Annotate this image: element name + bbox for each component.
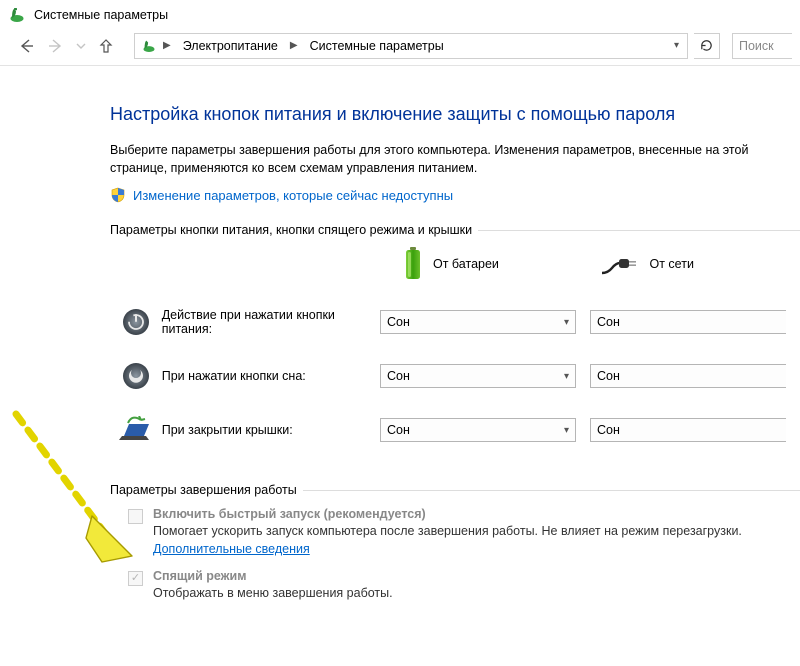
unlock-settings-link[interactable]: Изменение параметров, которые сейчас нед… <box>133 188 453 203</box>
learn-more-link[interactable]: Дополнительные сведения <box>153 542 310 556</box>
app-icon <box>8 6 26 24</box>
window-title: Системные параметры <box>34 8 168 22</box>
lid-close-battery-select[interactable]: Сон ▾ <box>380 418 576 442</box>
intro-text: Выберите параметры завершения работы для… <box>110 141 800 177</box>
laptop-lid-icon <box>119 416 153 444</box>
chevron-down-icon: ▾ <box>564 371 569 382</box>
refresh-button[interactable] <box>694 33 720 59</box>
back-button[interactable] <box>14 34 38 58</box>
search-input[interactable]: Поиск <box>732 33 792 59</box>
chevron-down-icon[interactable]: ▾ <box>670 40 683 51</box>
fast-startup-checkbox[interactable] <box>128 509 143 524</box>
sleep-checkbox[interactable] <box>128 571 143 586</box>
row-sleep-button-label: При нажатии кнопки сна: <box>162 369 380 383</box>
row-lid-close: При закрытии крышки: Сон ▾ Сон <box>110 403 800 457</box>
chevron-down-icon: ▾ <box>564 425 569 436</box>
page-heading: Настройка кнопок питания и включение защ… <box>110 104 800 125</box>
sleep-desc: Отображать в меню завершения работы. <box>153 584 393 602</box>
breadcrumb-item-power[interactable]: Электропитание <box>177 37 284 55</box>
content: Настройка кнопок питания и включение защ… <box>0 66 800 602</box>
fast-startup-title: Включить быстрый запуск (рекомендуется) <box>153 507 800 521</box>
section2-label: Параметры завершения работы <box>110 483 800 497</box>
row-power-button-label: Действие при нажатии кнопки питания: <box>162 308 380 336</box>
battery-icon <box>403 247 423 281</box>
sleep-title: Спящий режим <box>153 569 393 583</box>
recent-locations-button[interactable] <box>74 34 88 58</box>
power-button-plugged-select[interactable]: Сон <box>590 310 786 334</box>
address-bar[interactable]: ▶ Электропитание ▶ Системные параметры ▾ <box>134 33 688 59</box>
fast-startup-desc: Помогает ускорить запуск компьютера посл… <box>153 522 800 558</box>
forward-button[interactable] <box>44 34 68 58</box>
option-fast-startup: Включить быстрый запуск (рекомендуется) … <box>128 507 800 558</box>
plug-icon <box>602 253 640 275</box>
power-button-battery-select[interactable]: Сон ▾ <box>380 310 576 334</box>
row-power-button: Действие при нажатии кнопки питания: Сон… <box>110 295 800 349</box>
search-placeholder: Поиск <box>739 39 774 53</box>
plugged-column-label: От сети <box>650 257 694 271</box>
row-sleep-button: При нажатии кнопки сна: Сон ▾ Сон <box>110 349 800 403</box>
battery-column-label: От батареи <box>433 257 499 271</box>
chevron-down-icon: ▾ <box>564 317 569 328</box>
chevron-right-icon[interactable]: ▶ <box>161 40 173 51</box>
sleep-button-icon <box>121 361 151 391</box>
row-lid-close-label: При закрытии крышки: <box>162 423 380 437</box>
location-icon <box>141 38 157 54</box>
shield-icon <box>110 187 126 203</box>
section1-label: Параметры кнопки питания, кнопки спящего… <box>110 223 800 237</box>
breadcrumb-item-system-settings[interactable]: Системные параметры <box>304 37 450 55</box>
power-button-icon <box>121 307 151 337</box>
option-sleep: Спящий режим Отображать в меню завершени… <box>128 569 800 602</box>
chevron-right-icon[interactable]: ▶ <box>288 40 300 51</box>
sleep-button-plugged-select[interactable]: Сон <box>590 364 786 388</box>
lid-close-plugged-select[interactable]: Сон <box>590 418 786 442</box>
sleep-button-battery-select[interactable]: Сон ▾ <box>380 364 576 388</box>
up-button[interactable] <box>94 34 118 58</box>
titlebar: Системные параметры <box>0 0 800 30</box>
navbar: ▶ Электропитание ▶ Системные параметры ▾… <box>0 30 800 66</box>
power-columns-header: От батареи От сети <box>110 247 800 281</box>
